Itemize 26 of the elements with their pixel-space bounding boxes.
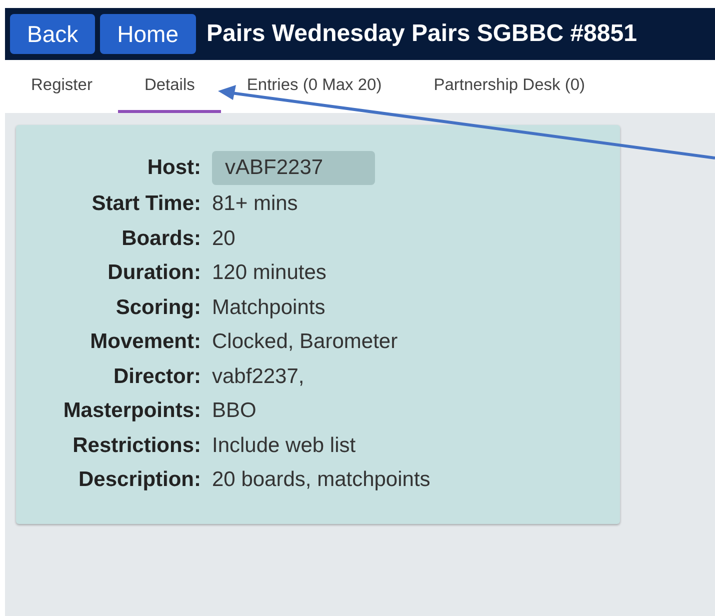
tab[interactable]: Entries (0 Max 20) [220,60,408,113]
field-value: BBO [212,399,256,424]
event-title: Pairs Wednesday Pairs SGBBC #8851 [206,20,637,48]
field-value: 20 boards, matchpoints [212,468,430,492]
field-value: 81+ mins [212,192,298,216]
field-label: Restrictions: [72,434,201,458]
field-label: Description: [77,468,201,492]
field-label: Masterpoints: [62,399,201,424]
field-label: Director: [112,364,201,389]
field-value: vabf2237, [212,364,304,389]
field-value: 120 minutes [212,261,326,286]
nav-button[interactable]: Back [10,14,96,54]
tab[interactable]: Partnership Desk (0) [408,60,611,113]
field-label: Movement: [89,330,201,354]
field-label: Start Time: [90,192,201,216]
field-value: Include web list [212,434,356,458]
field-label: Boards: [120,226,201,251]
nav-button[interactable]: Home [100,14,196,54]
field-label: Duration: [106,261,201,286]
field-label: Host: [146,156,201,180]
field-label: Scoring: [114,296,201,320]
field-value: Matchpoints [212,296,326,320]
host-field: vABF2237 [212,151,376,185]
field-value: Clocked, Barometer [212,330,398,354]
tab[interactable]: Register [5,60,118,113]
field-value: 20 [212,226,236,251]
